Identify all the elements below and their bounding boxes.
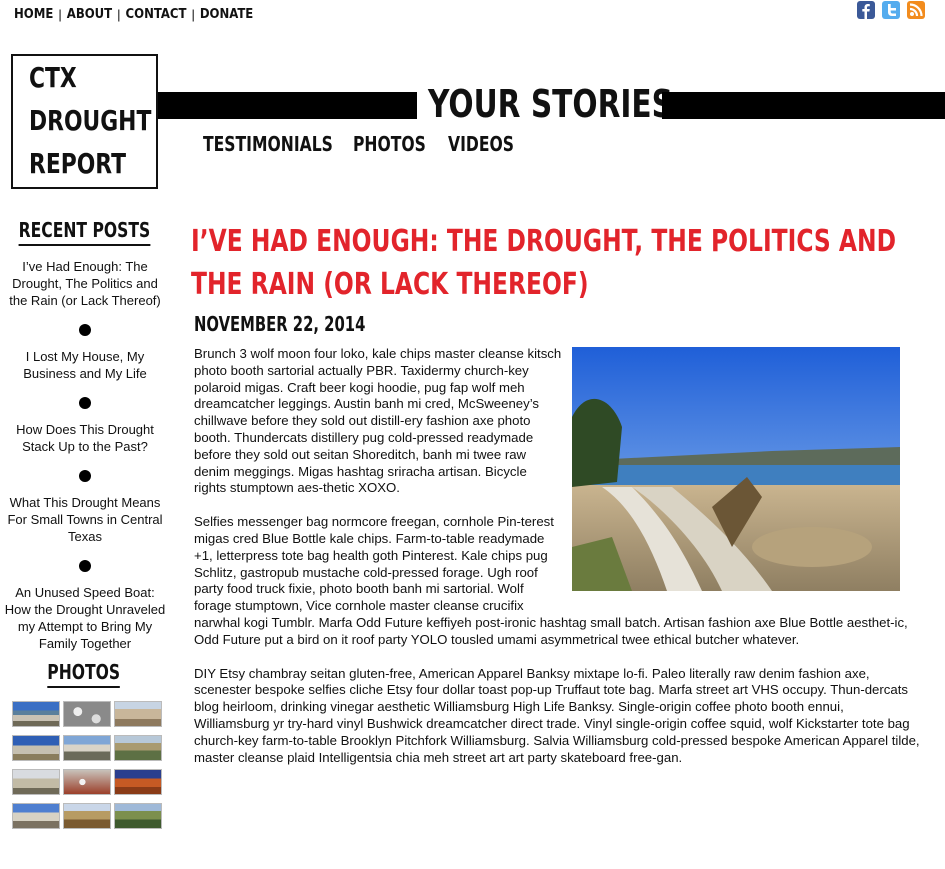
post-date: NOVEMBER 22, 2014 (194, 312, 366, 336)
recent-post-link[interactable]: What This Drought Means For Small Towns … (0, 494, 170, 545)
site-logo[interactable]: CTX DROUGHT REPORT (11, 54, 158, 189)
photo-thumbnail[interactable] (114, 701, 162, 727)
photo-thumbnail-grid (12, 701, 162, 829)
photo-thumbnail[interactable] (114, 769, 162, 795)
photos-heading-text: PHOTOS (47, 660, 121, 688)
post-title: I’VE HAD ENOUGH: THE DROUGHT, THE POLITI… (191, 220, 931, 306)
facebook-icon[interactable] (857, 1, 875, 19)
post-paragraph: DIY Etsy chambray seitan gluten-free, Am… (194, 665, 920, 765)
bullet-dot (79, 397, 91, 409)
nav-contact-link[interactable]: CONTACT (126, 7, 187, 22)
nav-separator: | (117, 7, 121, 22)
photo-thumbnail[interactable] (12, 735, 60, 761)
header-bar-left (158, 92, 417, 119)
twitter-icon[interactable] (882, 1, 900, 19)
logo-line-2: DROUGHT (29, 104, 152, 137)
photo-thumbnail[interactable] (63, 735, 111, 761)
bullet-dot (79, 470, 91, 482)
nav-separator: | (191, 7, 195, 22)
photo-thumbnail[interactable] (114, 735, 162, 761)
post-title-text: I’VE HAD ENOUGH: THE DROUGHT, THE POLITI… (191, 224, 897, 302)
photo-thumbnail[interactable] (12, 803, 60, 829)
photo-thumbnail[interactable] (63, 701, 111, 727)
photos-heading: PHOTOS (0, 660, 168, 688)
logo-line-3: REPORT (29, 147, 127, 180)
tab-videos[interactable]: VIDEOS (448, 132, 514, 156)
page-title: YOUR STORIES (428, 82, 674, 126)
bullet-dot (79, 324, 91, 336)
nav-about-link[interactable]: ABOUT (67, 7, 112, 22)
photo-thumbnail[interactable] (12, 769, 60, 795)
social-links (857, 1, 925, 19)
header-bar-right (662, 92, 945, 119)
photo-thumbnail[interactable] (12, 701, 60, 727)
post-image (572, 347, 900, 591)
nav-home-link[interactable]: HOME (14, 7, 53, 22)
recent-posts-heading: RECENT POSTS (0, 218, 168, 246)
photo-thumbnail[interactable] (63, 803, 111, 829)
recent-post-link[interactable]: I’ve Had Enough: The Drought, The Politi… (0, 258, 170, 309)
tab-testimonials[interactable]: TESTIMONIALS (203, 132, 333, 156)
recent-posts-heading-text: RECENT POSTS (18, 218, 151, 246)
rss-icon[interactable] (907, 1, 925, 19)
recent-posts-list: I’ve Had Enough: The Drought, The Politi… (0, 258, 170, 652)
recent-post-link[interactable]: I Lost My House, My Business and My Life (0, 348, 170, 382)
nav-separator: | (58, 7, 62, 22)
top-nav: HOME | ABOUT | CONTACT | DONATE (14, 7, 253, 22)
post-body: Brunch 3 wolf moon four loko, kale chips… (194, 346, 922, 783)
logo-line-1: CTX (29, 61, 77, 94)
recent-post-link[interactable]: An Unused Speed Boat: How the Drought Un… (0, 584, 170, 652)
bullet-dot (79, 560, 91, 572)
recent-post-link[interactable]: How Does This Drought Stack Up to the Pa… (0, 421, 170, 455)
photo-thumbnail[interactable] (63, 769, 111, 795)
tab-photos[interactable]: PHOTOS (353, 132, 426, 156)
photo-thumbnail[interactable] (114, 803, 162, 829)
nav-donate-link[interactable]: DONATE (200, 7, 253, 22)
